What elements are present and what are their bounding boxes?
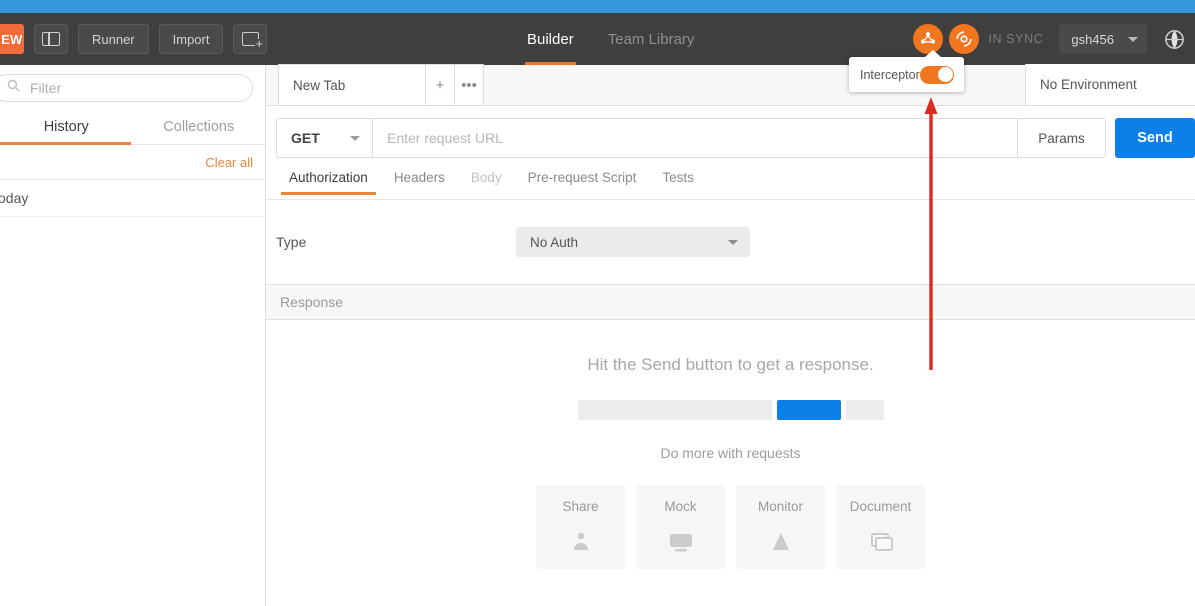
feature-card-group: Share Mock Monitor Document [536,485,925,569]
auth-type-label: Type [276,234,307,250]
response-empty-state: Hit the Send button to get a response. D… [266,355,1195,569]
sidebar-tabs: History Collections [0,111,265,145]
sidebar-tab-collections[interactable]: Collections [133,111,266,144]
mock-server-icon [668,531,694,558]
request-section-tabs: Authorization Headers Body Pre-request S… [266,168,1195,200]
environment-selector[interactable]: No Environment [1025,64,1195,105]
feature-card-label: Share [562,499,599,514]
chevron-down-icon [728,239,738,245]
authorization-panel: Type No Auth [266,200,1195,284]
illustration-bar-send [776,400,841,420]
clear-all-button[interactable]: Clear all [205,155,253,170]
request-url-row: GET Enter request URL Params Send [266,106,1195,168]
globe-icon[interactable] [1159,24,1189,54]
request-tabbar: New Tab + ••• No Environment [266,64,1195,106]
tab-headers[interactable]: Headers [381,168,458,194]
tab-options-button[interactable]: ••• [455,64,484,105]
feature-card-share[interactable]: Share [536,485,625,569]
feature-card-label: Document [849,499,912,514]
illustration-bar-extra [845,400,884,420]
request-tab-new-tab[interactable]: New Tab [278,64,426,105]
new-button[interactable]: NEW [0,24,24,54]
new-window-icon: + [241,32,263,50]
left-sidebar: Filter History Collections Clear all Tod… [0,65,266,606]
sidebar-toggle-button[interactable] [34,24,68,54]
send-button[interactable]: Send [1115,118,1195,158]
runner-button[interactable]: Runner [78,24,149,54]
auth-type-dropdown[interactable]: No Auth [516,227,750,257]
feature-card-mock[interactable]: Mock [636,485,725,569]
history-group-today[interactable]: Today [0,180,265,217]
document-icon [869,531,893,558]
filter-placeholder: Filter [30,80,62,96]
empty-state-illustration [577,400,884,420]
interceptor-popup: Interceptor [849,50,964,92]
sync-satellite-icon[interactable] [949,24,980,54]
import-button[interactable]: Import [158,24,224,54]
response-header: Response [266,284,1195,320]
toggle-knob [937,67,953,82]
empty-state-title: Hit the Send button to get a response. [587,355,874,374]
share-icon [570,531,592,558]
clear-all-row: Clear all [0,145,265,180]
user-account-dropdown[interactable]: gsh456 [1059,24,1147,54]
window-title-strip [0,0,1195,13]
user-account-label: gsh456 [1071,31,1114,47]
request-url-input[interactable]: Enter request URL [372,118,1018,158]
params-button[interactable]: Params [1018,118,1106,158]
auth-type-value: No Auth [530,234,579,250]
primary-nav: Builder Team Library [525,13,695,65]
tab-pre-request-script[interactable]: Pre-request Script [515,168,650,194]
feature-card-monitor[interactable]: Monitor [736,485,825,569]
main-content: New Tab + ••• No Environment GET Enter r… [266,64,1195,606]
illustration-bar-url [577,400,772,420]
nav-tab-builder[interactable]: Builder [525,13,576,65]
search-icon [7,79,20,97]
tab-body[interactable]: Body [458,168,515,194]
tab-authorization[interactable]: Authorization [276,168,381,195]
tab-tests[interactable]: Tests [649,168,707,194]
chevron-down-icon [350,135,360,141]
postman-app-window: NEW Runner Import + Builder Team Library [0,0,1195,606]
monitor-icon [770,531,792,558]
feature-card-label: Mock [664,499,697,514]
nav-tab-team-library[interactable]: Team Library [608,13,695,65]
filter-container: Filter [0,65,265,111]
add-tab-button[interactable]: + [426,64,455,105]
http-method-label: GET [291,130,320,146]
sidebar-panel-icon [42,32,60,46]
request-url-placeholder: Enter request URL [387,130,503,146]
interceptor-label: Interceptor [860,67,920,82]
feature-card-document[interactable]: Document [836,485,925,569]
sidebar-tab-history[interactable]: History [0,111,133,145]
tabbar-right-group: No Environment [1025,64,1195,105]
feature-card-label: Monitor [757,499,803,514]
sync-status-label: IN SYNC [988,32,1044,46]
http-method-dropdown[interactable]: GET [276,118,372,158]
empty-state-subtitle: Do more with requests [660,445,801,461]
new-window-button[interactable]: + [233,24,268,54]
interceptor-toggle[interactable] [920,65,954,84]
search-input[interactable]: Filter [0,74,253,102]
chevron-down-icon [1128,36,1138,42]
